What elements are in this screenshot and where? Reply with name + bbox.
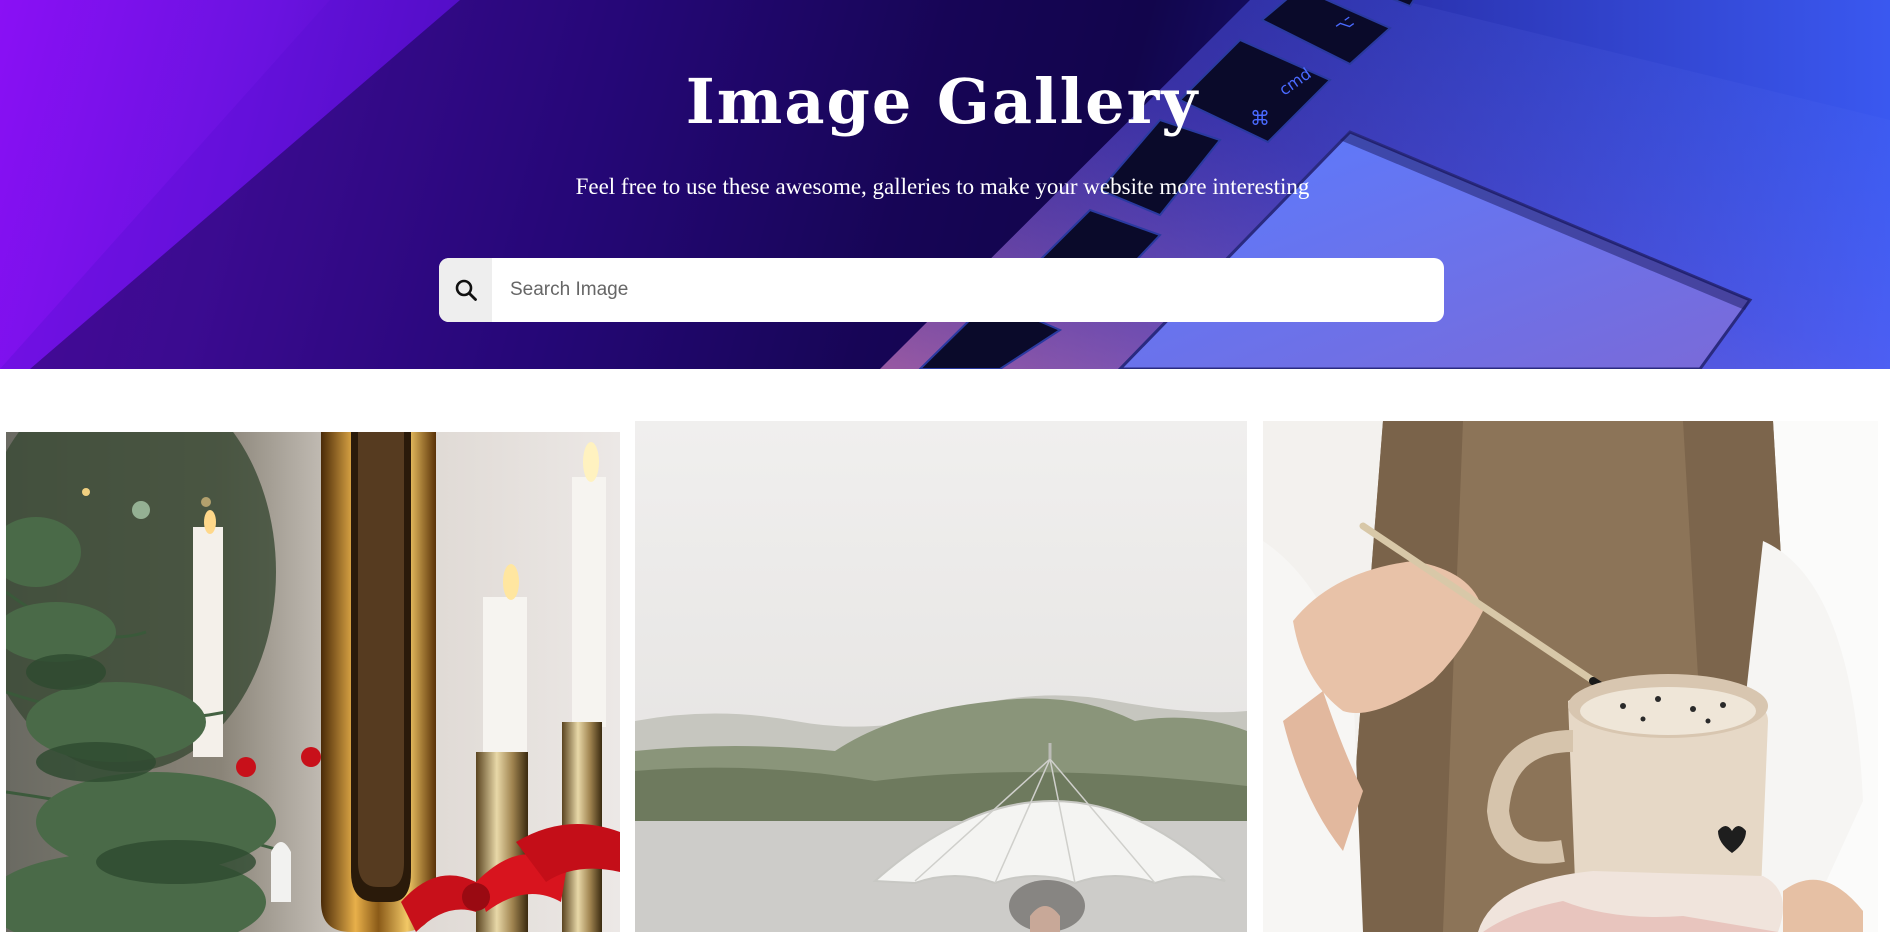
gallery-image-umbrella-lake[interactable]: [635, 421, 1247, 932]
search-input[interactable]: [492, 258, 1444, 322]
gallery-image-pottery[interactable]: [1263, 421, 1878, 932]
search-icon: [455, 279, 477, 301]
hero-banner: cmd ⌘ ⌥ Image Gallery Feel free to use t…: [0, 0, 1890, 369]
search-bar: [439, 258, 1444, 322]
page-title: Image Gallery: [685, 65, 1200, 138]
page-subtitle: Feel free to use these awesome, gallerie…: [575, 174, 1310, 199]
christmas-candles-image: [6, 432, 620, 932]
pottery-painting-image: [1263, 421, 1878, 932]
gallery-image-christmas-candles[interactable]: [6, 432, 620, 932]
search-button[interactable]: [439, 258, 492, 322]
hero-content: Image Gallery Feel free to use these awe…: [0, 0, 1890, 369]
umbrella-lake-image: [635, 421, 1247, 932]
